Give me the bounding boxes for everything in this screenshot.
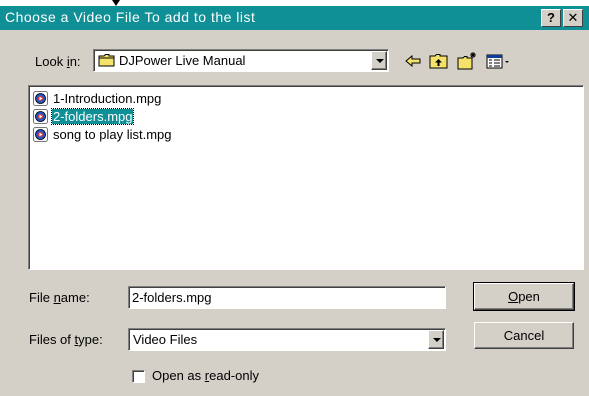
open-button[interactable]: Open	[473, 282, 575, 311]
create-new-folder-icon[interactable]	[456, 51, 478, 71]
folder-icon	[98, 54, 115, 67]
chevron-down-icon	[433, 338, 441, 342]
chevron-down-icon	[376, 59, 384, 63]
view-menu-icon[interactable]	[485, 51, 513, 71]
file-name-label-pre: File	[29, 290, 54, 305]
open-button-accel: O	[508, 289, 519, 304]
look-in-dropdown-button[interactable]	[371, 51, 387, 70]
read-only-label[interactable]: Open as read-only	[152, 368, 259, 383]
read-only-label-post: ead-only	[209, 368, 259, 383]
help-button[interactable]: ?	[541, 9, 561, 27]
file-list-item-name: 1-Introduction.mpg	[53, 91, 162, 106]
file-name-label-accel: n	[53, 290, 61, 305]
title-bar[interactable]: Choose a Video File To add to the list ?…	[0, 6, 589, 30]
look-in-label-post: n:	[69, 54, 81, 69]
open-button-label: pen	[518, 289, 540, 304]
look-in-label: Look in:	[35, 54, 81, 69]
look-in-combo[interactable]: DJPower Live Manual	[93, 49, 389, 72]
file-type-label: Files of type:	[29, 332, 103, 347]
file-name-input[interactable]: 2-folders.mpg	[128, 286, 446, 309]
cancel-button[interactable]: Cancel	[474, 322, 574, 349]
dialog-title: Choose a Video File To add to the list	[5, 9, 256, 25]
up-one-level-icon[interactable]	[428, 51, 450, 71]
file-name-value: 2-folders.mpg	[132, 290, 212, 305]
file-type-label-pre: Files of	[29, 332, 75, 347]
video-file-icon	[33, 91, 48, 106]
close-button[interactable]: ✕	[563, 9, 583, 27]
back-arrow-icon[interactable]	[402, 51, 424, 71]
cancel-button-label: Cancel	[503, 328, 545, 343]
file-list-item-name: song to play list.mpg	[53, 127, 172, 142]
file-list-item-name: 2-folders.mpg	[50, 108, 135, 125]
file-type-dropdown-button[interactable]	[428, 330, 444, 349]
close-icon: ✕	[567, 10, 579, 25]
file-type-label-post: ype:	[78, 332, 103, 347]
file-name-label-post: ame:	[60, 290, 90, 305]
help-label: ?	[547, 10, 555, 25]
look-in-label-pre: Look	[35, 54, 67, 69]
file-type-combo[interactable]: Video Files	[128, 328, 446, 351]
video-file-icon	[33, 127, 48, 142]
file-name-label: File name:	[29, 290, 90, 305]
read-only-label-pre: Open as	[152, 368, 205, 383]
video-file-icon	[33, 109, 48, 124]
file-type-value: Video Files	[133, 332, 198, 347]
look-in-value: DJPower Live Manual	[119, 53, 246, 68]
file-list[interactable]: 1-Introduction.mpg 2-folders.mpg song to p…	[28, 85, 584, 270]
read-only-checkbox[interactable]	[132, 370, 145, 383]
